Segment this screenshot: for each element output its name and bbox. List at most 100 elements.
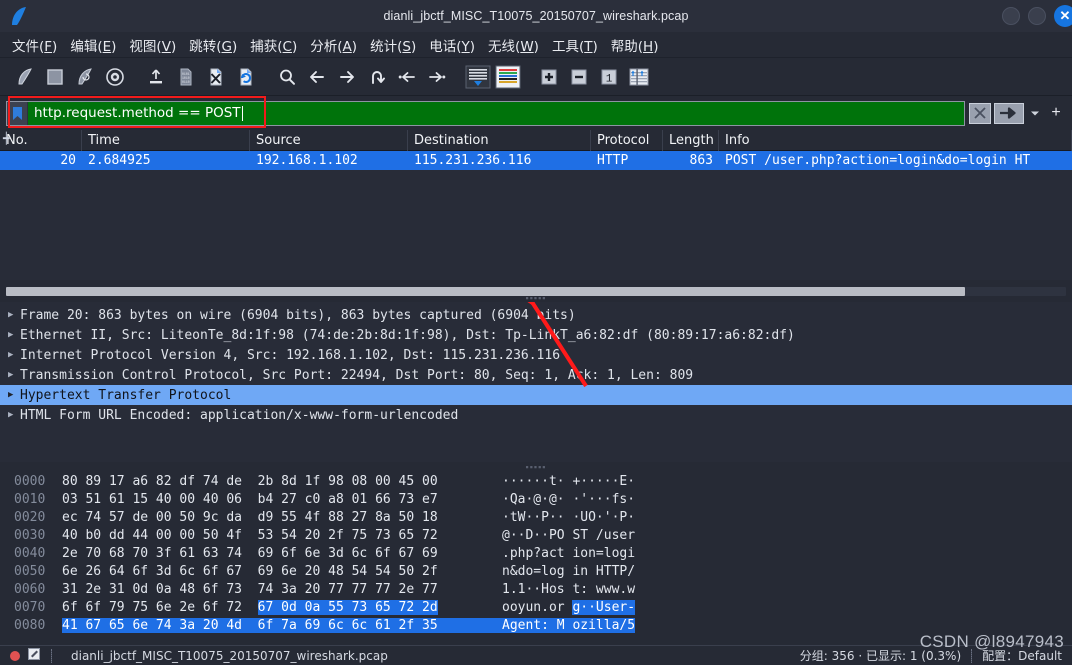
cell-destination: 115.231.236.116 xyxy=(408,151,591,170)
display-filter-input[interactable]: http.request.method == POST xyxy=(6,101,965,126)
menu-view[interactable]: 视图(V) xyxy=(129,35,176,55)
hex-ascii-right: ·'···fs· xyxy=(572,492,635,507)
menu-statistics-label: 统计 xyxy=(370,39,397,55)
hex-row: 0030 40 b0 dd 44 00 00 50 4f 53 54 20 2f… xyxy=(0,526,1072,544)
detail-row-ipv4[interactable]: ▶ Internet Protocol Version 4, Src: 192.… xyxy=(0,345,1072,365)
menu-tools[interactable]: 工具(T) xyxy=(552,35,598,55)
menu-file[interactable]: 文件(F) xyxy=(12,35,57,55)
menu-wireless-accel: W xyxy=(520,39,533,55)
detail-row-label: Internet Protocol Version 4, Src: 192.16… xyxy=(20,348,560,363)
detail-row-label: Ethernet II, Src: LiteonTe_8d:1f:98 (74:… xyxy=(20,328,795,343)
detail-row-label: Hypertext Transfer Protocol xyxy=(20,388,231,403)
capture-comment-icon[interactable] xyxy=(27,647,41,664)
menu-capture-accel: C xyxy=(283,39,292,55)
cell-time: 2.684925 xyxy=(82,151,250,170)
menu-wireless[interactable]: 无线(W) xyxy=(488,35,539,55)
column-header-time[interactable]: Time xyxy=(82,130,250,151)
expand-triangle-icon[interactable]: ▶ xyxy=(8,350,20,360)
hex-bytes: 2e 70 68 70 3f 61 63 74 69 6f 6e 3d 6c 6… xyxy=(62,546,502,561)
minimize-button[interactable] xyxy=(1002,7,1020,25)
zoom-out-icon[interactable] xyxy=(564,62,594,92)
menu-edit[interactable]: 编辑(E) xyxy=(70,35,116,55)
status-packet-counts: 分组: 356 · 已显示: 1 (0.3%) xyxy=(800,647,961,664)
status-file-name: dianli_jbctf_MISC_T10075_20150707_wiresh… xyxy=(71,649,388,663)
apply-filter-icon[interactable] xyxy=(994,103,1024,124)
column-header-source[interactable]: Source xyxy=(250,130,408,151)
column-header-protocol[interactable]: Protocol xyxy=(591,130,663,151)
bytes-splitter-grip[interactable]: ▪▪▪▪▪ xyxy=(526,462,547,472)
save-file-icon[interactable]: 010110100110 xyxy=(171,62,201,92)
hex-bytes-right: 69 6e 20 48 54 54 50 2f xyxy=(258,564,438,579)
menu-telephony-accel: Y xyxy=(462,39,470,55)
column-header-destination[interactable]: Destination xyxy=(408,130,591,151)
find-packet-icon[interactable] xyxy=(272,62,302,92)
packet-bytes-pane[interactable]: ▪▪▪▪▪ 0000 80 89 17 a6 82 df 74 de 2b 8d… xyxy=(0,462,1072,645)
expand-triangle-icon[interactable]: ▶ xyxy=(8,370,20,380)
start-capture-icon[interactable] xyxy=(10,62,40,92)
hex-ascii: ·Qa·@·@· ·'···fs· xyxy=(502,492,635,507)
zoom-in-icon[interactable] xyxy=(534,62,564,92)
hex-offset: 0050 xyxy=(0,564,62,579)
svg-text:0110: 0110 xyxy=(182,80,190,84)
window-title: dianli_jbctf_MISC_T10075_20150707_wiresh… xyxy=(0,9,1072,23)
restart-capture-icon[interactable] xyxy=(70,62,100,92)
detail-row-html-form[interactable]: ▶ HTML Form URL Encoded: application/x-w… xyxy=(0,405,1072,425)
clear-filter-icon[interactable] xyxy=(969,103,991,124)
resize-columns-icon[interactable] xyxy=(624,62,654,92)
hex-bytes: 40 b0 dd 44 00 00 50 4f 53 54 20 2f 75 7… xyxy=(62,528,502,543)
go-first-packet-icon[interactable] xyxy=(392,62,422,92)
column-header-length[interactable]: Length xyxy=(663,130,719,151)
cell-protocol: HTTP xyxy=(591,151,663,170)
capture-options-icon[interactable] xyxy=(100,62,130,92)
menu-bar: 文件(F) 编辑(E) 视图(V) 跳转(G) 捕获(C) 分析(A) 统计(S… xyxy=(0,32,1072,58)
bookmark-icon[interactable] xyxy=(7,102,28,125)
menu-analyze[interactable]: 分析(A) xyxy=(310,35,357,55)
expert-info-icon[interactable] xyxy=(10,651,20,661)
hex-ascii-right: t: www.w xyxy=(572,582,635,597)
packet-list-scrollbar[interactable]: ▪▪▪▪▪ xyxy=(0,280,1072,302)
auto-scroll-icon[interactable] xyxy=(463,62,493,92)
close-file-icon[interactable] xyxy=(201,62,231,92)
scrollbar-thumb[interactable] xyxy=(6,287,965,296)
column-header-no[interactable]: No. xyxy=(0,130,82,151)
hex-bytes-right: 53 54 20 2f 75 73 65 72 xyxy=(258,528,438,543)
column-header-info[interactable]: Info xyxy=(719,130,1072,151)
expand-triangle-icon[interactable]: ▶ xyxy=(8,330,20,340)
zoom-reset-icon[interactable]: 1 xyxy=(594,62,624,92)
detail-row-label: HTML Form URL Encoded: application/x-www… xyxy=(20,408,458,423)
stop-capture-icon[interactable] xyxy=(40,62,70,92)
go-last-packet-icon[interactable] xyxy=(422,62,452,92)
detail-row-tcp[interactable]: ▶ Transmission Control Protocol, Src Por… xyxy=(0,365,1072,385)
menu-telephony[interactable]: 电话(Y) xyxy=(429,35,475,55)
chevron-down-icon[interactable] xyxy=(1027,103,1043,124)
detail-row-http[interactable]: ▶ Hypertext Transfer Protocol xyxy=(0,385,1072,405)
pane-splitter-grip[interactable]: ▪▪▪▪▪ xyxy=(526,295,547,302)
go-to-packet-icon[interactable] xyxy=(362,62,392,92)
expand-triangle-icon[interactable]: ▶ xyxy=(8,410,20,420)
detail-row-ethernet[interactable]: ▶ Ethernet II, Src: LiteonTe_8d:1f:98 (7… xyxy=(0,325,1072,345)
close-button[interactable]: ✕ xyxy=(1054,5,1072,27)
hex-bytes: 6e 26 64 6f 3d 6c 6f 67 69 6e 20 48 54 5… xyxy=(62,564,502,579)
hex-bytes-left: 6e 26 64 6f 3d 6c 6f 67 xyxy=(62,564,242,579)
go-back-icon[interactable] xyxy=(302,62,332,92)
add-filter-button[interactable]: + xyxy=(1046,101,1066,126)
expand-triangle-icon[interactable]: ▶ xyxy=(8,310,20,320)
expand-row-icon[interactable]: ┿ xyxy=(3,131,10,148)
hex-offset: 0070 xyxy=(0,600,62,615)
reload-file-icon[interactable] xyxy=(231,62,261,92)
menu-go[interactable]: 跳转(G) xyxy=(189,35,237,55)
menu-statistics[interactable]: 统计(S) xyxy=(370,35,416,55)
cell-source: 192.168.1.102 xyxy=(250,151,408,170)
open-file-icon[interactable] xyxy=(141,62,171,92)
menu-capture[interactable]: 捕获(C) xyxy=(250,35,297,55)
go-forward-icon[interactable] xyxy=(332,62,362,92)
menu-wireless-label: 无线 xyxy=(488,39,515,55)
hex-bytes: 31 2e 31 0d 0a 48 6f 73 74 3a 20 77 77 7… xyxy=(62,582,502,597)
maximize-button[interactable] xyxy=(1028,7,1046,25)
table-row[interactable]: 20 2.684925 192.168.1.102 115.231.236.11… xyxy=(0,151,1072,170)
menu-help[interactable]: 帮助(H) xyxy=(611,35,659,55)
status-profile[interactable]: 配置：Default xyxy=(982,647,1072,664)
colorize-icon[interactable] xyxy=(493,62,523,92)
detail-row-frame[interactable]: ▶ Frame 20: 863 bytes on wire (6904 bits… xyxy=(0,305,1072,325)
expand-triangle-icon[interactable]: ▶ xyxy=(8,390,20,400)
